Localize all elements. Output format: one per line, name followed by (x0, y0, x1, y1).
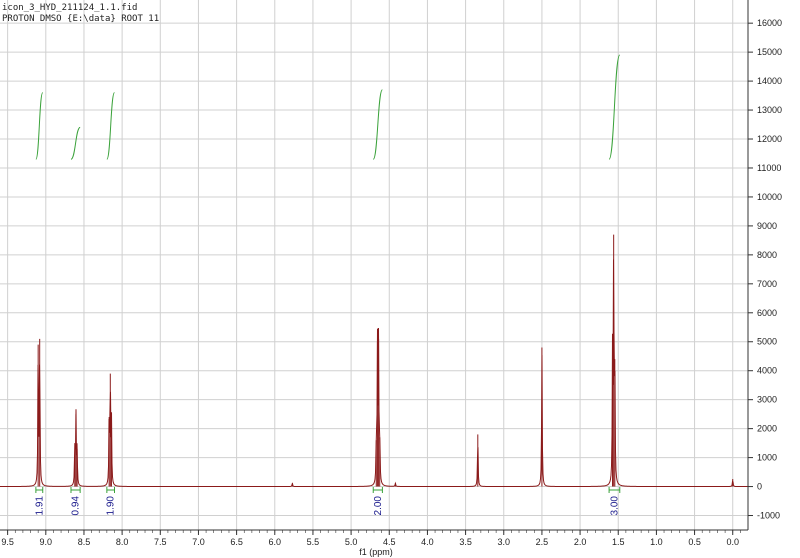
y-tick-label: 9000 (757, 221, 777, 231)
file-name-label: icon_3_HYD_211124_1.1.fid (2, 3, 137, 13)
y-tick-label: 11000 (757, 163, 781, 173)
y-tick-label: 4000 (757, 366, 777, 376)
x-tick-label: 2.0 (574, 537, 587, 547)
x-tick-label: 0.5 (688, 537, 701, 547)
y-tick-label: 7000 (757, 279, 777, 289)
experiment-info-label: PROTON DMSO {E:\data} ROOT 11 (2, 14, 159, 24)
x-tick-label: 4.5 (383, 537, 396, 547)
x-tick-label: 9.5 (1, 537, 14, 547)
y-tick-label: 15000 (757, 47, 782, 57)
x-tick-label: 5.0 (345, 537, 358, 547)
y-tick-label: 8000 (757, 250, 777, 260)
x-tick-label: 1.0 (650, 537, 663, 547)
x-tick-label: 6.0 (269, 537, 282, 547)
x-tick-label: 5.5 (307, 537, 320, 547)
x-tick-label: 6.5 (230, 537, 243, 547)
x-tick-label: 9.0 (40, 537, 53, 547)
integral-value-label: 1.90 (106, 496, 117, 516)
x-tick-label: 8.0 (116, 537, 129, 547)
y-tick-label: 13000 (757, 105, 782, 115)
y-tick-label: 1000 (757, 453, 777, 463)
integral-value-label: 0.94 (71, 496, 82, 516)
y-tick-label: 10000 (757, 192, 782, 202)
y-tick-label: -1000 (757, 511, 780, 521)
y-tick-label: 14000 (757, 76, 782, 86)
x-tick-label: 4.0 (421, 537, 434, 547)
x-tick-label: 7.5 (154, 537, 167, 547)
nmr-spectrum-chart: 9.5 9.0 8.5 8.0 7.5 7.0 6.5 6.0 5.5 5.0 4.5 4.0 3.5 3… (0, 0, 800, 558)
y-tick-label: 2000 (757, 424, 777, 434)
chart-background (0, 0, 800, 558)
integral-value-label: 1.91 (34, 496, 45, 516)
integral-value-label: 3.00 (609, 496, 620, 516)
x-axis-label: f1 (ppm) (359, 547, 393, 557)
x-tick-label: 2.5 (536, 537, 549, 547)
x-tick-label: 1.5 (612, 537, 625, 547)
x-tick-label: 7.0 (192, 537, 205, 547)
y-tick-label: 5000 (757, 337, 777, 347)
x-tick-label: 3.0 (497, 537, 510, 547)
x-tick-label: 8.5 (78, 537, 91, 547)
x-tick-label: 0.0 (726, 537, 739, 547)
y-tick-label: 12000 (757, 134, 782, 144)
y-tick-label: 0 (757, 482, 762, 492)
y-tick-label: 3000 (757, 395, 777, 405)
x-tick-label: 3.5 (459, 537, 472, 547)
integral-value-label: 2.00 (373, 496, 384, 516)
y-tick-label: 16000 (757, 18, 782, 28)
y-tick-label: 6000 (757, 308, 777, 318)
